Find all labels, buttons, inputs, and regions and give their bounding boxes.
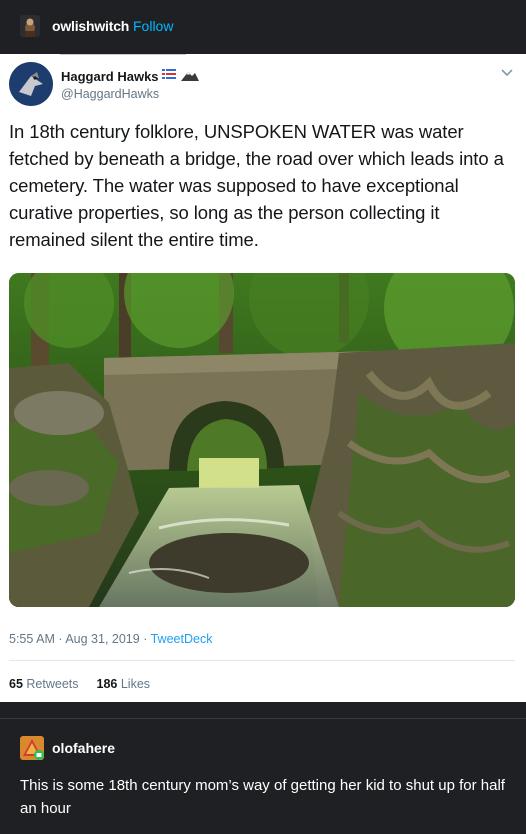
tweet-display-name[interactable]: Haggard Hawks xyxy=(61,69,159,84)
chevron-down-icon[interactable] xyxy=(500,68,514,78)
tweet-handle[interactable]: @HaggardHawks xyxy=(61,87,159,101)
retweets-stat[interactable]: 65 Retweets xyxy=(9,677,79,691)
meta-separator: · xyxy=(143,632,148,646)
reblog-avatar[interactable] xyxy=(20,736,44,760)
follow-button[interactable]: Follow xyxy=(133,18,173,34)
meta-separator: · xyxy=(58,632,63,646)
badge-icons xyxy=(161,67,201,83)
tweet-source-link[interactable]: TweetDeck xyxy=(151,632,213,646)
tweet-text: In 18th century folklore, UNSPOKEN WATER… xyxy=(9,121,504,250)
retweets-count: 65 xyxy=(9,677,23,691)
tweet-card: Haggard Hawks @HaggardHawks In 18th cent… xyxy=(0,54,526,702)
tweet-timestamp: 5:55 AM · Aug 31, 2019 · TweetDeck xyxy=(9,632,212,646)
tweet-photo[interactable] xyxy=(9,273,515,607)
tweet-date[interactable]: Aug 31, 2019 xyxy=(65,632,139,646)
reblog-text: This is some 18th century mom’s way of g… xyxy=(20,777,505,817)
divider xyxy=(0,718,526,719)
post-username[interactable]: owlishwitch xyxy=(52,18,129,34)
post-header: owlishwitch Follow xyxy=(0,0,526,54)
tweet-time[interactable]: 5:55 AM xyxy=(9,632,55,646)
likes-stat[interactable]: 186 Likes xyxy=(97,677,151,691)
likes-label: Likes xyxy=(120,677,151,691)
hawk-avatar[interactable] xyxy=(9,62,53,106)
user-avatar[interactable] xyxy=(20,15,40,37)
tweet-stats: 65 Retweets 186 Likes xyxy=(9,677,150,691)
likes-count: 186 xyxy=(96,677,118,691)
reblog-username[interactable]: olofahere xyxy=(52,740,115,756)
divider xyxy=(60,54,186,55)
divider xyxy=(9,660,515,661)
retweets-label: Retweets xyxy=(26,677,79,691)
